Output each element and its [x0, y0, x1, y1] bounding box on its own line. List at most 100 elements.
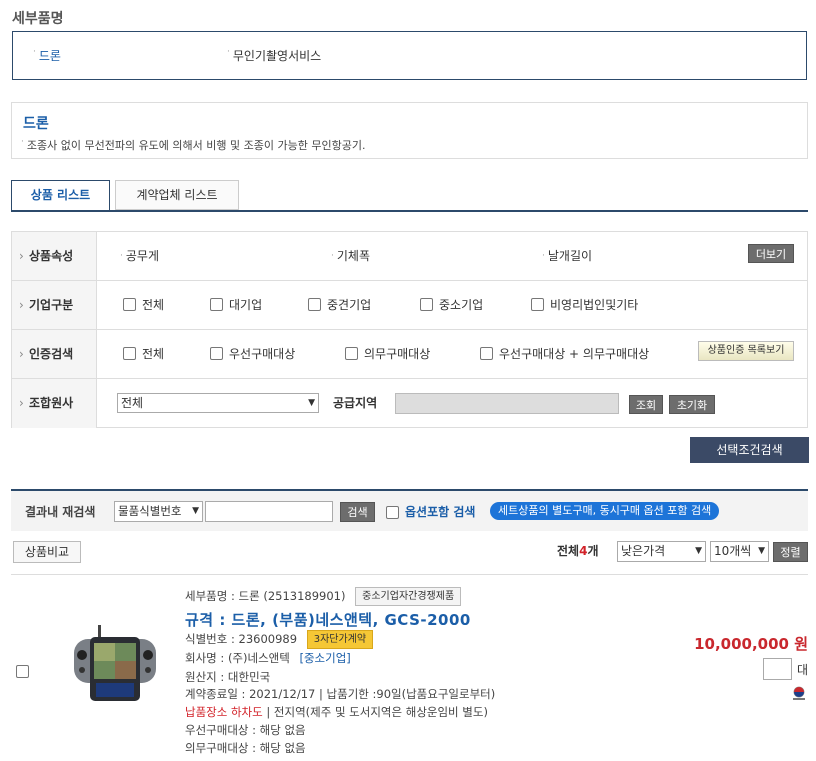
- cert-option-both[interactable]: 우선구매대상 + 의무구매대상: [480, 330, 649, 378]
- checkbox[interactable]: [345, 347, 358, 360]
- option-info-badge: 세트상품의 별도구매, 동시구매 옵션 포함 검색: [490, 502, 720, 520]
- checkbox[interactable]: [123, 298, 136, 311]
- checkbox[interactable]: [531, 298, 544, 311]
- select-value: 전체: [121, 396, 144, 410]
- more-button[interactable]: 더보기: [748, 244, 794, 263]
- result-search-button[interactable]: 검색: [340, 502, 375, 522]
- lookup-button[interactable]: 조회: [629, 395, 663, 414]
- option-label: 우선구매대상 + 의무구매대상: [499, 347, 650, 361]
- company-option-small[interactable]: 중소기업: [420, 281, 483, 329]
- attr-width-link[interactable]: 기체폭: [331, 232, 370, 280]
- product-price: 10,000,000 원: [694, 635, 808, 653]
- result-search-label: 결과내 재검색: [25, 505, 96, 519]
- filter-row-cert: 인증검색 전체 우선구매대상 의무구매대상 우선구매대상 + 의무구매대상 상품…: [12, 330, 807, 379]
- result-search-input[interactable]: [205, 501, 333, 522]
- option-label: 전체: [142, 347, 165, 361]
- select-value: 낮은가격: [621, 544, 666, 558]
- total-prefix: 전체: [557, 544, 580, 558]
- option-include-checkbox[interactable]: [386, 506, 399, 519]
- filter-panel: 상품속성 공무게 기체폭 날개길이 더보기 기업구분 전체 대기업 중견기업 중…: [11, 231, 808, 428]
- checkbox[interactable]: [210, 298, 223, 311]
- company-option-large[interactable]: 대기업: [210, 281, 262, 329]
- option-label: 우선구매대상: [229, 347, 296, 361]
- compare-button[interactable]: 상품비교: [13, 541, 81, 563]
- tab-product-list[interactable]: 상품 리스트: [11, 180, 110, 211]
- checkbox[interactable]: [480, 347, 493, 360]
- product-image[interactable]: [70, 625, 160, 705]
- attr-weight-link[interactable]: 공무게: [120, 232, 159, 280]
- subname-value: 드론 (2513189901): [238, 589, 346, 603]
- apply-filter-button[interactable]: 선택조건검색: [690, 437, 809, 463]
- checkbox[interactable]: [308, 298, 321, 311]
- chevron-down-icon: ▼: [758, 546, 765, 556]
- tab-vendor-list[interactable]: 계약업체 리스트: [115, 180, 239, 210]
- cert-list-button[interactable]: 상품인증 목록보기: [698, 341, 794, 361]
- product-select-checkbox[interactable]: [16, 665, 29, 678]
- company-option-nonprofit[interactable]: 비영리법인및기타: [531, 281, 638, 329]
- option-include-label: 옵션포함 검색: [405, 505, 476, 519]
- chevron-down-icon: ▼: [192, 506, 199, 516]
- product-contract: 계약종료일 : 2021/12/17 | 납품기한 :90일(납품요구일로부터): [185, 687, 496, 701]
- per-page-select[interactable]: 10개씩 ▼: [710, 541, 769, 562]
- filter-row-union: 조합원사 전체 ▼ 공급지역 조회 초기화: [12, 379, 807, 428]
- total-count: 전체4개: [557, 542, 599, 559]
- category-box: 드론 무인기촬영서비스: [12, 31, 807, 80]
- id-label: 식별번호 :: [185, 632, 235, 646]
- filter-row-company: 기업구분 전체 대기업 중견기업 중소기업 비영리법인및기타: [12, 281, 807, 330]
- sme-badge: 중소기업자간경쟁제품: [355, 587, 462, 606]
- description-title: 드론: [23, 116, 49, 132]
- cert-option-all[interactable]: 전체: [123, 330, 164, 378]
- company-type: [중소기업]: [299, 651, 351, 665]
- product-item: 세부품명 : 드론 (2513189901) 중소기업자간경쟁제품 규격 : 드…: [0, 0, 816, 755]
- sort-select[interactable]: 낮은가격 ▼: [617, 541, 706, 562]
- divider: [11, 574, 808, 575]
- select-value: 물품식별번호: [118, 504, 182, 518]
- option-label: 비영리법인및기타: [550, 298, 639, 312]
- quantity-unit: 대: [797, 663, 809, 677]
- filter-label-union: 조합원사: [12, 379, 97, 428]
- description-box: 드론 조종사 없이 무선전파의 유도에 의해서 비행 및 조종이 가능한 무인항…: [11, 102, 808, 159]
- description-text: 조종사 없이 무선전파의 유도에 의해서 비행 및 조종이 가능한 무인항공기.: [21, 137, 366, 153]
- subname-label: 세부품명 :: [185, 589, 235, 603]
- product-origin: 원산지 : 대한민국: [185, 670, 271, 684]
- category-drone-link[interactable]: 드론: [33, 47, 61, 64]
- quantity-input[interactable]: [763, 658, 792, 680]
- page-title: 세부품명: [12, 11, 64, 27]
- option-label: 의무구매대상: [364, 347, 431, 361]
- region-input[interactable]: [395, 393, 619, 414]
- checkbox[interactable]: [123, 347, 136, 360]
- total-suffix: 개: [587, 544, 599, 558]
- filter-label-company: 기업구분: [12, 281, 97, 329]
- company-option-mid[interactable]: 중견기업: [308, 281, 371, 329]
- union-select[interactable]: 전체 ▼: [117, 393, 319, 413]
- chevron-down-icon: ▼: [695, 546, 702, 556]
- product-mandatory: 의무구매대상 : 해당 없음: [185, 741, 306, 755]
- option-label: 전체: [142, 298, 165, 312]
- cert-option-priority[interactable]: 우선구매대상: [210, 330, 295, 378]
- company-option-all[interactable]: 전체: [123, 281, 164, 329]
- filter-row-attr: 상품속성 공무게 기체폭 날개길이 더보기: [12, 232, 807, 281]
- sort-button[interactable]: 정렬: [773, 542, 808, 562]
- contract-badge: 3자단가계약: [306, 630, 374, 649]
- filter-label-attr: 상품속성: [12, 232, 97, 280]
- cert-option-mandatory[interactable]: 의무구매대상: [345, 330, 430, 378]
- product-company: 회사명 : (주)네스앤텍 [중소기업]: [185, 650, 351, 666]
- filter-label-cert: 인증검색: [12, 330, 97, 378]
- product-subname: 세부품명 : 드론 (2513189901) 중소기업자간경쟁제품: [185, 587, 462, 606]
- option-label: 대기업: [229, 298, 263, 312]
- category-service-link[interactable]: 무인기촬영서비스: [227, 47, 321, 64]
- company-label: 회사명 :: [185, 651, 225, 665]
- product-spec-link[interactable]: 규격 : 드론, (부품)네스앤텍, GCS-2000: [185, 609, 471, 630]
- delivery-label: 납품장소 하차도: [185, 705, 263, 719]
- attr-wing-link[interactable]: 날개길이: [542, 232, 592, 280]
- checkbox[interactable]: [210, 347, 223, 360]
- result-search-select[interactable]: 물품식별번호 ▼: [114, 501, 203, 522]
- chevron-down-icon: ▼: [308, 398, 315, 408]
- product-id: 식별번호 : 23600989 3자단가계약: [185, 630, 374, 649]
- checkbox[interactable]: [420, 298, 433, 311]
- id-value: 23600989: [238, 632, 298, 646]
- company-name-link[interactable]: (주)네스앤텍: [228, 651, 290, 665]
- option-label: 중견기업: [327, 298, 372, 312]
- region-label: 공급지역: [333, 396, 378, 410]
- reset-button[interactable]: 초기화: [669, 395, 715, 414]
